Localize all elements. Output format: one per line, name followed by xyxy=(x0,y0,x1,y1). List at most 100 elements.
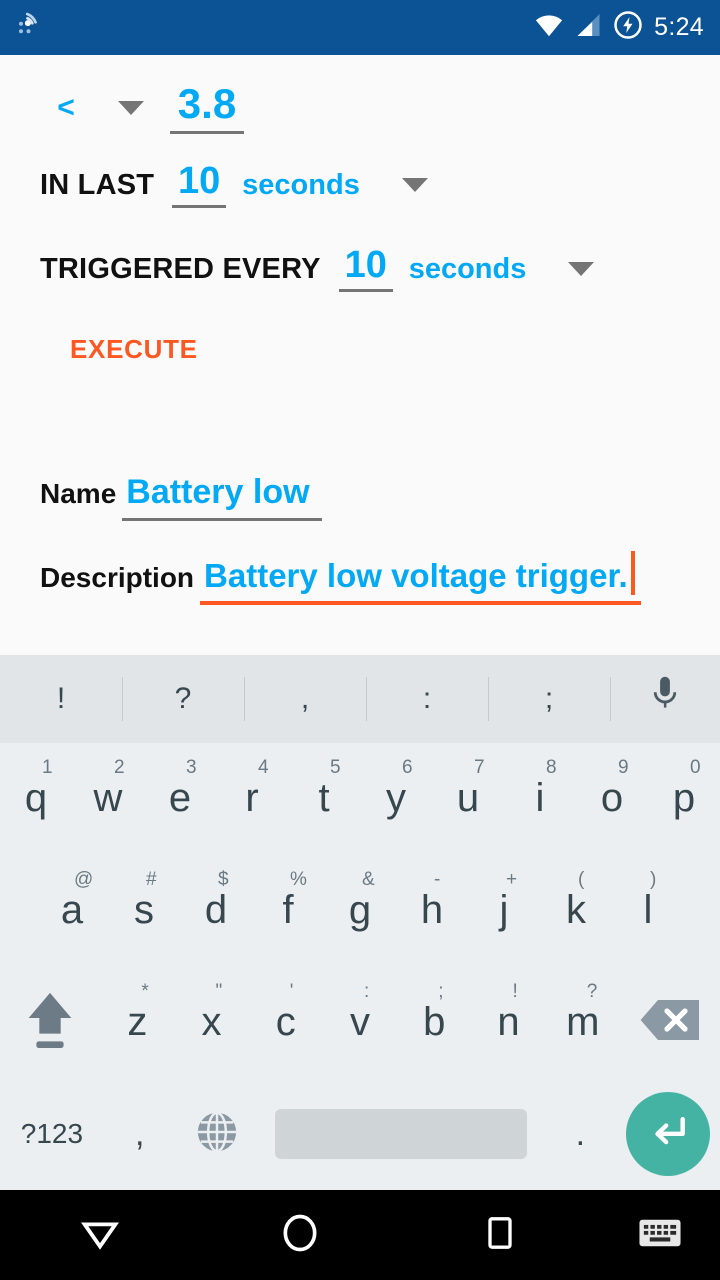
key-sup: ' xyxy=(289,980,294,1002)
language-globe-icon xyxy=(194,1109,240,1160)
recents-button[interactable] xyxy=(400,1190,600,1280)
keyboard-row-4: ?123 , . xyxy=(0,1078,720,1190)
key-p[interactable]: 0p xyxy=(648,743,720,855)
name-input[interactable]: Battery low xyxy=(122,473,323,521)
key-m[interactable]: ? m xyxy=(546,967,620,1079)
key-g[interactable]: & g xyxy=(324,855,396,967)
comparison-operator-dropdown[interactable] xyxy=(92,101,170,115)
key-sup: - xyxy=(434,868,441,890)
key-label: u xyxy=(456,776,480,821)
triggered-every-unit-dropdown[interactable] xyxy=(526,262,636,276)
backspace-key[interactable] xyxy=(620,967,720,1079)
key-k[interactable]: (k xyxy=(540,855,612,967)
in-last-unit-label[interactable]: seconds xyxy=(242,169,360,202)
threshold-value-input[interactable]: 3.8 xyxy=(170,82,244,134)
suggestion-item[interactable]: ? xyxy=(122,655,244,743)
key-sup: 8 xyxy=(546,757,557,778)
suggestion-item[interactable]: ; xyxy=(488,655,610,743)
space-key-surface xyxy=(275,1109,528,1160)
key-sup: + xyxy=(506,868,518,890)
suggestion-item[interactable]: : xyxy=(366,655,488,743)
enter-key[interactable] xyxy=(616,1078,720,1190)
key-sup: ! xyxy=(512,980,518,1002)
key-sup: 4 xyxy=(258,757,269,778)
key-b[interactable]: ; b xyxy=(397,967,471,1079)
key-h[interactable]: -h xyxy=(396,855,468,967)
keyboard-indicator[interactable] xyxy=(600,1216,720,1255)
triggered-every-value-input[interactable]: 10 xyxy=(338,245,393,293)
key-q[interactable]: 1q xyxy=(0,743,72,855)
key-label: s xyxy=(134,888,154,933)
key-e[interactable]: 3e xyxy=(144,743,216,855)
keyboard-row-2: @ a # s $ d % f & g -h + j (k ) l xyxy=(0,855,720,967)
key-label: d xyxy=(204,888,228,933)
triggered-every-row: TRIGGERED EVERY 10 seconds xyxy=(0,227,720,311)
keyboard-icon xyxy=(638,1216,682,1255)
key-s[interactable]: # s xyxy=(108,855,180,967)
key-sup: : xyxy=(364,980,370,1002)
key-v[interactable]: :v xyxy=(323,967,397,1079)
chevron-down-icon xyxy=(118,101,144,115)
home-button[interactable] xyxy=(200,1190,400,1280)
in-last-unit-dropdown[interactable] xyxy=(360,178,470,192)
key-label: m xyxy=(566,999,600,1044)
key-w[interactable]: 2w xyxy=(72,743,144,855)
key-label: n xyxy=(497,999,520,1044)
back-button[interactable] xyxy=(0,1190,200,1280)
key-c[interactable]: ' c xyxy=(249,967,323,1079)
key-sup: 2 xyxy=(114,757,125,778)
period-key[interactable]: . xyxy=(544,1078,616,1190)
key-u[interactable]: 7u xyxy=(432,743,504,855)
symbols-key[interactable]: ?123 xyxy=(0,1078,104,1190)
navigation-bar xyxy=(0,1190,720,1280)
execute-row: EXECUTE xyxy=(0,311,720,387)
key-label: p xyxy=(672,776,696,821)
key-sup: ) xyxy=(650,868,657,890)
key-o[interactable]: 9o xyxy=(576,743,648,855)
triggered-every-label: TRIGGERED EVERY xyxy=(40,252,321,285)
enter-key-surface xyxy=(626,1092,711,1177)
recents-square-icon xyxy=(480,1213,520,1258)
key-label: j xyxy=(499,888,509,933)
key-d[interactable]: $ d xyxy=(180,855,252,967)
suggestion-item[interactable]: ! xyxy=(0,655,122,743)
in-last-value-input[interactable]: 10 xyxy=(172,161,227,209)
key-label: a xyxy=(60,888,84,933)
key-i[interactable]: 8i xyxy=(504,743,576,855)
key-label: f xyxy=(282,888,294,933)
key-sup: # xyxy=(146,868,157,890)
key-r[interactable]: 4r xyxy=(216,743,288,855)
triggered-every-unit-label[interactable]: seconds xyxy=(409,253,527,286)
key-x[interactable]: " x xyxy=(174,967,248,1079)
key-label: c xyxy=(275,999,296,1044)
language-switch-key[interactable] xyxy=(176,1078,258,1190)
suggestion-item[interactable]: , xyxy=(244,655,366,743)
key-n[interactable]: ! n xyxy=(471,967,545,1079)
voice-input-button[interactable] xyxy=(610,655,720,743)
key-j[interactable]: + j xyxy=(468,855,540,967)
key-t[interactable]: 5t xyxy=(288,743,360,855)
wifi-icon xyxy=(534,12,564,43)
comparison-operator-value[interactable]: < xyxy=(40,91,92,125)
trigger-form: < 3.8 IN LAST 10 seconds TRIGGERED EVERY… xyxy=(0,55,720,650)
text-cursor xyxy=(630,551,635,595)
space-key[interactable] xyxy=(258,1078,545,1190)
comma-key[interactable]: , xyxy=(104,1078,176,1190)
key-sup: 9 xyxy=(618,757,629,778)
key-sup: 3 xyxy=(186,757,197,778)
chevron-down-icon xyxy=(401,178,428,192)
key-a[interactable]: @ a xyxy=(36,855,108,967)
key-label: o xyxy=(600,776,624,821)
back-down-triangle-icon xyxy=(77,1210,123,1261)
key-z[interactable]: * z xyxy=(100,967,174,1079)
key-y[interactable]: 6y xyxy=(360,743,432,855)
key-l[interactable]: ) l xyxy=(612,855,684,967)
execute-button[interactable]: EXECUTE xyxy=(70,334,198,365)
key-label: z xyxy=(127,999,148,1044)
description-input[interactable]: Battery low voltage trigger. xyxy=(200,551,641,605)
key-sup: & xyxy=(362,868,375,890)
status-bar-clock: 5:24 xyxy=(654,13,704,41)
shift-key[interactable] xyxy=(0,967,100,1079)
key-f[interactable]: % f xyxy=(252,855,324,967)
status-bar-system-icons: 5:24 xyxy=(534,10,704,45)
